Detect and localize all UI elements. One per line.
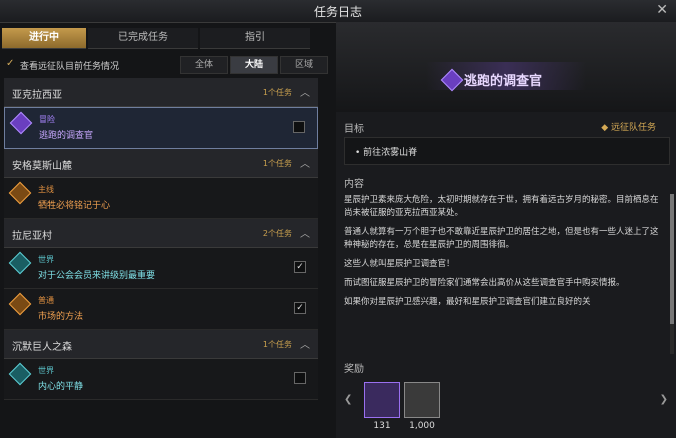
quest-title: 逃跑的调查官 <box>464 74 543 89</box>
region-name: 安格莫斯山麓 <box>12 161 72 172</box>
quest-type: 主线 <box>38 185 54 194</box>
quest-type: 世界 <box>38 255 54 264</box>
quest-item[interactable]: 世界 对于公会会员来讲级别最重要 ✓ <box>4 248 318 289</box>
quest-item[interactable]: 主线 牺牲必将铭记于心 <box>4 178 318 219</box>
quest-log-window: 任务日志 ✕ 进行中 已完成任务 指引 ✓ 查看远征队目前任务情况 全体 大陆 … <box>0 0 676 438</box>
region-quest-count: 1个任务 <box>262 159 292 168</box>
quest-name: 市场的方法 <box>38 312 84 322</box>
goal-box: • 前往浓雾山脊 <box>344 137 670 165</box>
window-title: 任务日志 <box>313 5 362 19</box>
quest-name: 逃跑的调查官 <box>39 131 94 141</box>
content-label: 内容 <box>344 179 364 190</box>
world-quest-icon <box>8 362 32 386</box>
scope-segmented-control: 全体 大陆 区域 <box>178 56 328 74</box>
region-header[interactable]: 安格莫斯山麓 1个任务 ︿ <box>4 149 318 178</box>
region-quest-count: 1个任务 <box>262 340 292 349</box>
quest-track-checkbox[interactable]: ✓ <box>294 302 306 314</box>
chevron-right-icon[interactable]: ❯ <box>660 394 668 405</box>
description-paragraph: 如果你对星辰护卫感兴趣，最好和星辰护卫调查官们建立良好的关 <box>344 297 591 307</box>
region-header[interactable]: 亚克拉西亚 1个任务 ︿ <box>4 78 318 107</box>
main-quest-icon <box>8 181 32 205</box>
scope-area-button[interactable]: 区域 <box>280 56 328 74</box>
world-quest-icon <box>8 251 32 275</box>
quest-track-checkbox[interactable] <box>293 121 305 133</box>
quest-name: 对于公会会员来讲级别最重要 <box>38 271 156 281</box>
chevron-up-icon[interactable]: ︿ <box>300 225 310 240</box>
quest-item[interactable]: 世界 内心的平静 <box>4 359 318 400</box>
quest-track-checkbox[interactable] <box>294 372 306 384</box>
chevron-up-icon[interactable]: ︿ <box>300 84 310 99</box>
description-paragraph: 而试图征服星辰护卫的冒险家们通常会出高价从这些调查官手中购买情报。 <box>344 278 625 288</box>
region-name: 拉尼亚村 <box>12 231 52 242</box>
quest-description: 星辰护卫素来庞大危险，太初时期就存在于世，拥有着远古岁月的秘密。目前栖息在尚未被… <box>344 194 664 354</box>
close-icon[interactable]: ✕ <box>656 2 668 18</box>
tab-bar: 进行中 已完成任务 指引 <box>2 28 312 49</box>
quest-detail-panel: 逃跑的调查官 目标 ◆ 远征队任务 • 前往浓雾山脊 内容 星辰护卫素来庞大危险… <box>336 22 676 438</box>
title-bar: 任务日志 ✕ <box>0 0 676 23</box>
region-header[interactable]: 沉默巨人之森 1个任务 ︿ <box>4 330 318 359</box>
region-header[interactable]: 拉尼亚村 2个任务 ︿ <box>4 219 318 248</box>
goal-item: • 前往浓雾山脊 <box>355 148 418 158</box>
reward-item[interactable]: 131 <box>364 382 400 431</box>
chevron-up-icon[interactable]: ︿ <box>300 155 310 170</box>
quest-item[interactable]: 冒险 逃跑的调查官 <box>4 107 318 149</box>
party-quest-tag: ◆ 远征队任务 <box>601 123 656 133</box>
tab-in-progress[interactable]: 进行中 <box>2 28 86 49</box>
reward-count: 131 <box>373 421 391 431</box>
region-name: 沉默巨人之森 <box>12 342 72 353</box>
quest-type: 冒险 <box>39 115 55 124</box>
description-paragraph: 星辰护卫素来庞大危险，太初时期就存在于世，拥有着远古岁月的秘密。目前栖息在尚未被… <box>344 195 659 218</box>
tab-completed[interactable]: 已完成任务 <box>88 28 198 49</box>
adventure-quest-icon <box>9 111 33 135</box>
scope-continent-button[interactable]: 大陆 <box>230 56 278 74</box>
reward-item[interactable]: 1,000 <box>404 382 440 431</box>
scrollbar-thumb[interactable] <box>670 194 674 324</box>
description-scrollbar[interactable] <box>670 194 674 354</box>
goal-label: 目标 <box>344 124 364 135</box>
quest-item[interactable]: 普通 市场的方法 ✓ <box>4 289 318 330</box>
quest-track-checkbox[interactable]: ✓ <box>294 261 306 273</box>
region-name: 亚克拉西亚 <box>12 90 62 101</box>
reward-count: 1,000 <box>409 421 435 431</box>
description-paragraph: 普通人就算有一万个胆子也不敢靠近星辰护卫的居住之地，但是也有一些人迷上了这种神秘… <box>344 227 659 250</box>
quest-name: 牺牲必将铭记于心 <box>38 201 111 211</box>
party-quests-label: 查看远征队目前任务情况 <box>20 62 120 72</box>
scope-all-button[interactable]: 全体 <box>180 56 228 74</box>
tab-guide[interactable]: 指引 <box>200 28 310 49</box>
quest-banner: 逃跑的调查官 <box>336 22 676 112</box>
region-quest-count: 2个任务 <box>262 229 292 238</box>
reward-label: 奖励 <box>344 364 364 375</box>
party-quests-checkbox[interactable]: ✓ <box>6 59 16 69</box>
chevron-up-icon[interactable]: ︿ <box>300 336 310 351</box>
region-quest-count: 1个任务 <box>262 88 292 97</box>
quest-type: 普通 <box>38 296 54 305</box>
quest-list: 亚克拉西亚 1个任务 ︿ 冒险 逃跑的调查官 安格莫斯山麓 1个任务 ︿ 主线 … <box>4 78 318 434</box>
reward-box: ❮ 131 1,000 ❯ <box>344 378 668 436</box>
normal-quest-icon <box>8 292 32 316</box>
quest-type: 世界 <box>38 366 54 375</box>
chevron-left-icon[interactable]: ❮ <box>344 394 352 405</box>
description-paragraph: 这些人就叫星辰护卫调查官！ <box>344 259 455 269</box>
quest-name: 内心的平静 <box>38 382 84 392</box>
filter-row: ✓ 查看远征队目前任务情况 全体 大陆 区域 <box>4 56 328 74</box>
